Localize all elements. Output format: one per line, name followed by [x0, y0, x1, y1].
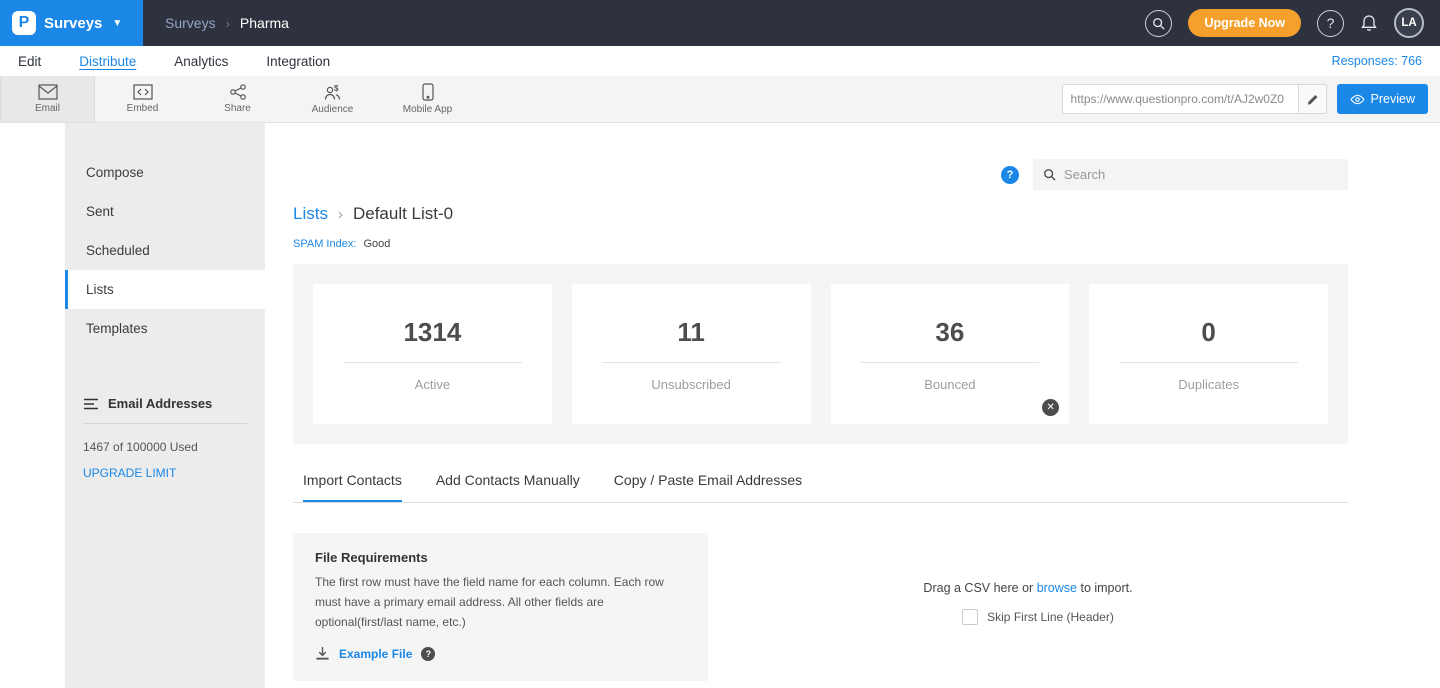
list-icon — [83, 398, 99, 410]
edit-url-pencil-icon[interactable] — [1298, 85, 1326, 113]
example-file-link[interactable]: Example File — [339, 647, 412, 661]
tab-integration[interactable]: Integration — [266, 54, 330, 69]
notifications-bell-icon[interactable] — [1360, 14, 1378, 32]
breadcrumb-surveys-link[interactable]: Surveys — [165, 15, 216, 31]
upgrade-limit-link[interactable]: UPGRADE LIMIT — [83, 466, 176, 480]
clear-bounced-icon[interactable]: ✕ — [1042, 399, 1059, 416]
breadcrumb-survey-name: Pharma — [240, 15, 289, 31]
skip-first-line-label: Skip First Line (Header) — [987, 610, 1114, 624]
toolbar-item-audience[interactable]: $ Audience — [285, 76, 380, 122]
eye-icon — [1350, 94, 1365, 105]
tab-copy-paste-emails[interactable]: Copy / Paste Email Addresses — [614, 472, 802, 502]
skip-first-line-row: Skip First Line (Header) — [962, 609, 1114, 625]
email-addresses-header: Email Addresses — [83, 396, 247, 424]
survey-url-input[interactable]: https://www.questionpro.com/t/AJ2w0Z0 — [1063, 85, 1298, 113]
download-icon — [315, 646, 330, 661]
responses-count-link[interactable]: Responses: 766 — [1332, 54, 1422, 68]
csv-drop-area[interactable]: Drag a CSV here or browse to import. Ski… — [708, 533, 1348, 681]
contact-stats-strip: 1314 Active 11 Unsubscribed 36 Bounced ✕… — [293, 264, 1348, 444]
example-file-row: Example File ? — [315, 646, 686, 661]
tab-import-contacts[interactable]: Import Contacts — [303, 472, 402, 502]
spam-index-row: SPAM Index: Good — [293, 238, 1348, 250]
skip-first-line-checkbox[interactable] — [962, 609, 978, 625]
search-input[interactable] — [1064, 167, 1338, 182]
spam-index-label[interactable]: SPAM Index: — [293, 238, 356, 250]
topbar-actions: Upgrade Now ? LA — [1145, 8, 1440, 38]
file-requirements-card: File Requirements The first row must hav… — [293, 533, 708, 681]
search-icon[interactable] — [1145, 10, 1172, 37]
usage-text: 1467 of 100000 Used — [83, 440, 247, 454]
preview-button[interactable]: Preview — [1337, 84, 1428, 114]
sidebar-item-sent[interactable]: Sent — [65, 192, 265, 231]
mobile-app-icon — [422, 83, 434, 101]
tab-analytics[interactable]: Analytics — [174, 54, 228, 69]
help-icon[interactable]: ? — [1001, 166, 1019, 184]
product-name: Surveys — [44, 15, 102, 32]
email-addresses-section: Email Addresses 1467 of 100000 Used UPGR… — [65, 396, 265, 482]
chevron-down-icon: ▼ — [112, 18, 122, 29]
search-icon — [1043, 168, 1056, 181]
stat-card-duplicates[interactable]: 0 Duplicates — [1089, 284, 1328, 424]
panel-header: ? — [293, 159, 1348, 190]
file-requirements-text: The first row must have the field name f… — [315, 573, 675, 632]
help-icon[interactable]: ? — [1317, 10, 1344, 37]
stat-card-active[interactable]: 1314 Active — [313, 284, 552, 424]
contacts-search-box — [1033, 159, 1348, 190]
lists-panel: ? Lists › Default List-0 SPAM Index: Goo… — [265, 123, 1440, 688]
breadcrumb-separator: › — [226, 16, 230, 31]
toolbar-right: https://www.questionpro.com/t/AJ2w0Z0 Pr… — [1062, 76, 1440, 122]
import-tabs: Import Contacts Add Contacts Manually Co… — [293, 472, 1348, 503]
distribute-toolbar: Email Embed Share $ Audience Mobile App … — [0, 76, 1440, 123]
sidebar-item-scheduled[interactable]: Scheduled — [65, 231, 265, 270]
sidebar-item-compose[interactable]: Compose — [65, 153, 265, 192]
survey-tabs: Edit Distribute Analytics Integration — [18, 54, 330, 69]
file-requirements-title: File Requirements — [315, 550, 686, 565]
questionpro-logo: P — [12, 11, 36, 35]
import-contacts-body: File Requirements The first row must hav… — [293, 533, 1348, 681]
share-icon — [229, 84, 247, 100]
breadcrumb-current-list: Default List-0 — [353, 204, 453, 224]
tab-add-contacts-manually[interactable]: Add Contacts Manually — [436, 472, 580, 502]
stat-card-unsubscribed[interactable]: 11 Unsubscribed — [572, 284, 811, 424]
drop-instructions: Drag a CSV here or browse to import. — [923, 581, 1132, 595]
email-sidebar: Compose Sent Scheduled Lists Templates E… — [65, 123, 265, 688]
audience-icon: $ — [323, 84, 343, 101]
toolbar-item-embed[interactable]: Embed — [95, 76, 190, 122]
toolbar-item-mobile-app[interactable]: Mobile App — [380, 76, 475, 122]
breadcrumb-lists-link[interactable]: Lists — [293, 204, 328, 224]
topbar-breadcrumb: Surveys › Pharma — [165, 15, 1145, 31]
survey-nav-bar: Edit Distribute Analytics Integration Re… — [0, 46, 1440, 76]
email-icon — [38, 84, 58, 100]
sidebar-item-lists[interactable]: Lists — [65, 270, 265, 309]
upgrade-now-button[interactable]: Upgrade Now — [1188, 9, 1301, 37]
sidebar-item-templates[interactable]: Templates — [65, 309, 265, 348]
product-switcher[interactable]: P Surveys ▼ — [0, 0, 143, 46]
content-area: Compose Sent Scheduled Lists Templates E… — [0, 123, 1440, 688]
tab-edit[interactable]: Edit — [18, 54, 41, 69]
survey-url-box: https://www.questionpro.com/t/AJ2w0Z0 — [1062, 84, 1327, 114]
svg-text:$: $ — [334, 84, 339, 93]
toolbar-item-share[interactable]: Share — [190, 76, 285, 122]
breadcrumb-separator: › — [338, 206, 343, 223]
top-bar: P Surveys ▼ Surveys › Pharma Upgrade Now… — [0, 0, 1440, 46]
toolbar-item-email[interactable]: Email — [0, 76, 95, 122]
embed-icon — [133, 84, 153, 100]
stat-card-bounced[interactable]: 36 Bounced ✕ — [831, 284, 1070, 424]
tab-distribute[interactable]: Distribute — [79, 54, 136, 69]
lists-breadcrumb: Lists › Default List-0 — [293, 204, 1348, 224]
user-avatar[interactable]: LA — [1394, 8, 1424, 38]
example-file-help-icon[interactable]: ? — [421, 647, 435, 661]
browse-link[interactable]: browse — [1037, 581, 1077, 595]
spam-index-value: Good — [363, 238, 390, 250]
